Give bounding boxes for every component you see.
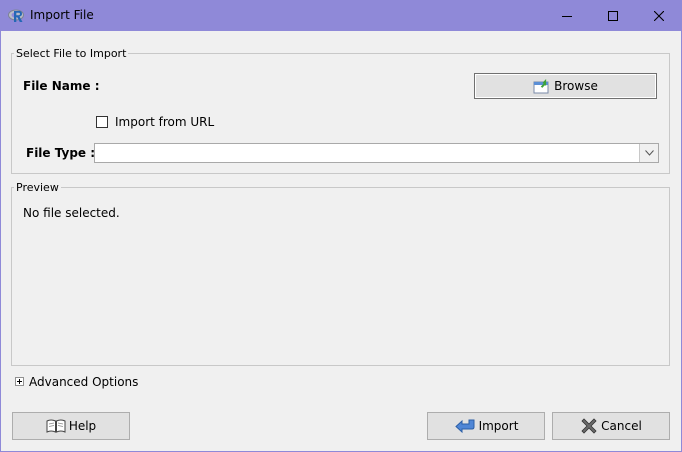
select-file-legend: Select File to Import bbox=[16, 47, 127, 60]
file-type-label: File Type : bbox=[26, 146, 96, 160]
maximize-button[interactable] bbox=[590, 0, 636, 31]
window-title: Import File bbox=[30, 8, 94, 22]
file-name-label: File Name : bbox=[23, 79, 100, 93]
import-label: Import bbox=[478, 419, 519, 433]
advanced-options-expander[interactable] bbox=[15, 377, 24, 386]
maximize-icon bbox=[608, 10, 618, 21]
chevron-down-icon bbox=[644, 150, 654, 156]
import-from-url-label[interactable]: Import from URL bbox=[115, 115, 214, 129]
browse-button[interactable]: Browse bbox=[474, 73, 657, 99]
browse-folder-icon bbox=[533, 78, 551, 94]
help-label: Help bbox=[68, 419, 97, 433]
cancel-label: Cancel bbox=[601, 419, 642, 433]
minimize-button[interactable] bbox=[544, 0, 590, 31]
import-button[interactable]: Import bbox=[427, 412, 545, 440]
close-icon bbox=[654, 10, 664, 21]
minimize-icon bbox=[562, 15, 572, 17]
r-logo-icon bbox=[8, 8, 26, 24]
book-icon bbox=[46, 418, 66, 434]
cancel-x-icon bbox=[580, 417, 598, 435]
preview-message: No file selected. bbox=[23, 206, 120, 220]
preview-legend: Preview bbox=[16, 181, 59, 194]
file-type-dropdown[interactable] bbox=[94, 143, 659, 163]
cancel-button[interactable]: Cancel bbox=[552, 412, 670, 440]
import-from-url-checkbox[interactable] bbox=[96, 116, 108, 128]
plus-icon bbox=[17, 379, 22, 384]
browse-label: Browse bbox=[554, 79, 598, 93]
advanced-options-label[interactable]: Advanced Options bbox=[29, 375, 138, 389]
import-arrow-icon bbox=[454, 418, 476, 434]
close-button[interactable] bbox=[636, 0, 682, 31]
help-button[interactable]: Help bbox=[12, 412, 130, 440]
title-bar: Import File bbox=[0, 0, 682, 31]
file-type-dropdown-arrow[interactable] bbox=[639, 144, 658, 162]
